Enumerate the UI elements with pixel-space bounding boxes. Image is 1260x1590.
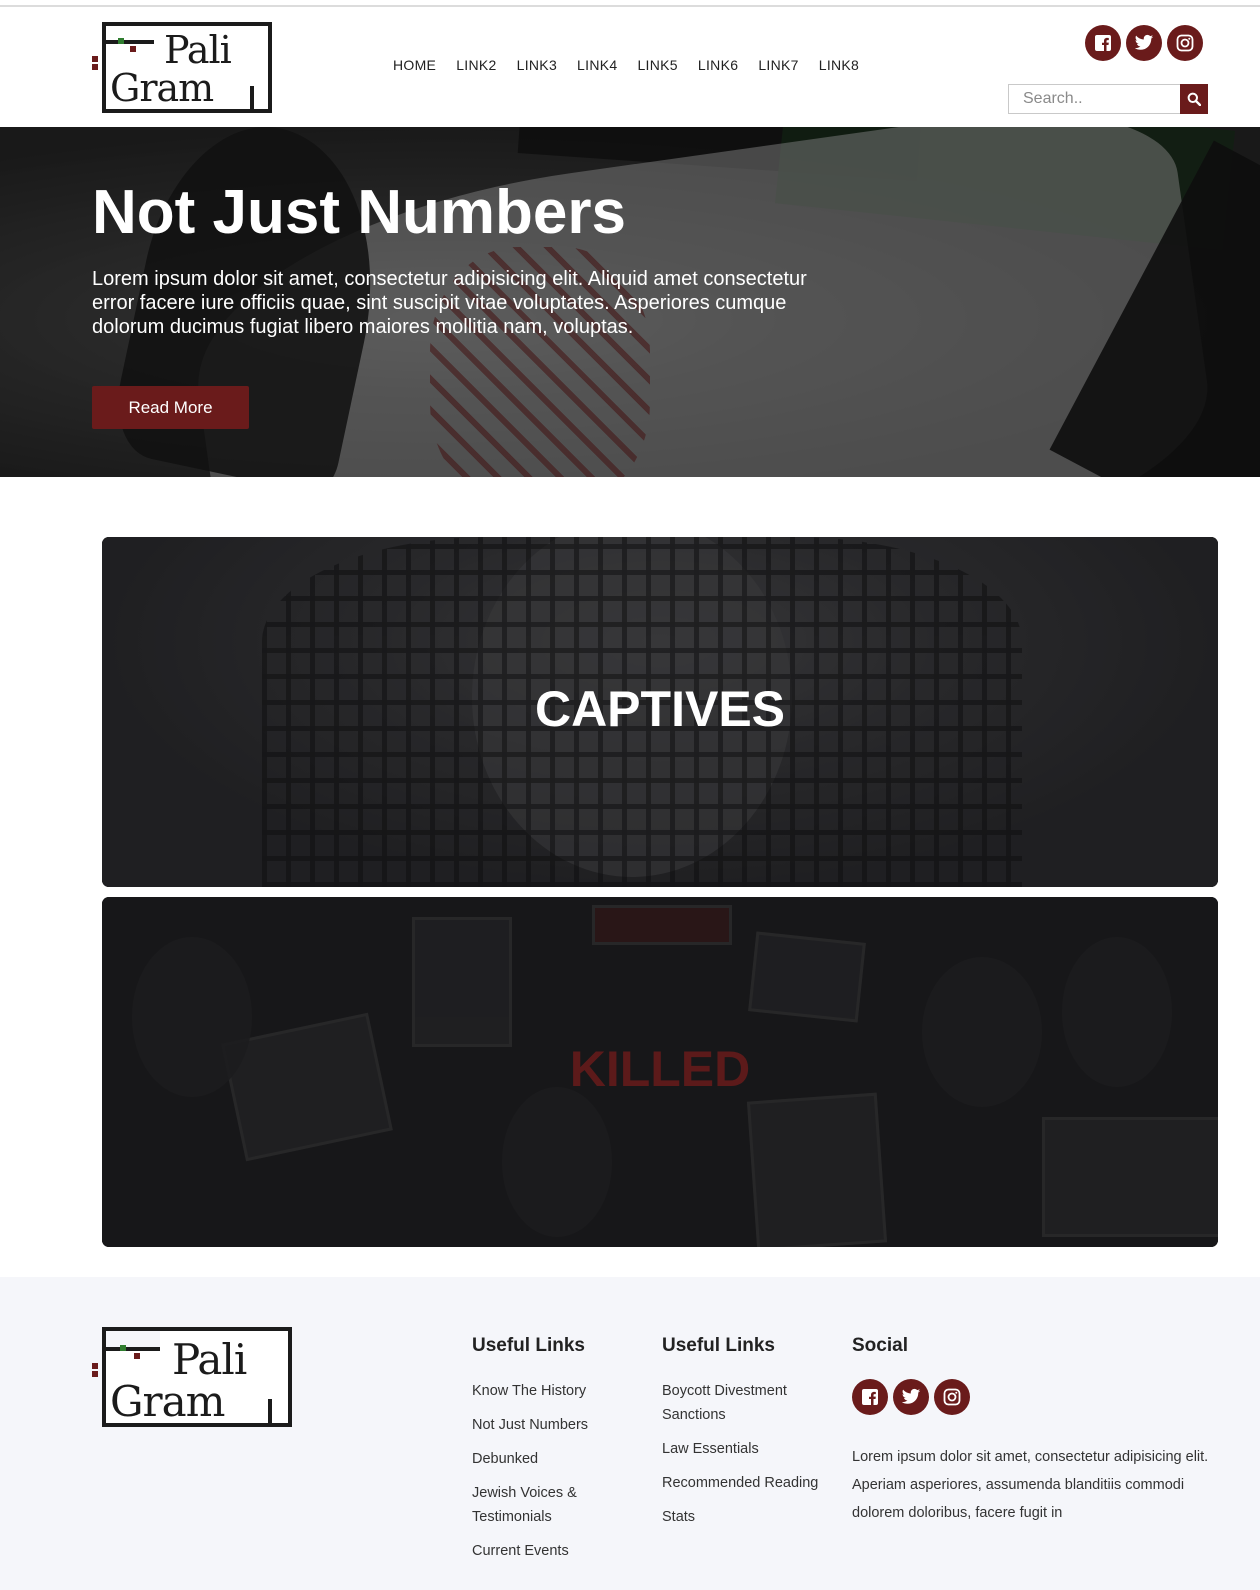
facebook-icon (1095, 35, 1111, 51)
footer-heading: Social (852, 1335, 908, 1356)
nav-link8[interactable]: LINK8 (819, 57, 859, 73)
twitter-button[interactable] (1126, 25, 1162, 61)
hero-title: Not Just Numbers (92, 178, 626, 247)
footer-link[interactable]: Current Events (472, 1539, 637, 1563)
instagram-button[interactable] (934, 1379, 970, 1415)
footer-logo[interactable]: Pali Gram (92, 1327, 292, 1427)
footer-heading: Useful Links (472, 1335, 585, 1356)
logo-mark (120, 1345, 126, 1351)
nav-link3[interactable]: LINK3 (517, 57, 557, 73)
logo-mark (118, 38, 124, 44)
logo-mark (102, 1327, 160, 1351)
search-icon (1187, 92, 1201, 106)
logo-text-line2: Gram (110, 66, 214, 110)
captives-title: CAPTIVES (534, 681, 786, 737)
read-more-button[interactable]: Read More (92, 386, 249, 429)
logo-mark (250, 86, 254, 110)
footer-link[interactable]: Boycott Divestment Sanctions (662, 1379, 822, 1427)
footer-links-column-2: Useful Links Boycott Divestment Sanction… (662, 1335, 822, 1539)
instagram-button[interactable] (1167, 25, 1203, 61)
logo-mark (92, 1363, 98, 1369)
footer-link[interactable]: Law Essentials (662, 1437, 822, 1461)
twitter-button[interactable] (893, 1379, 929, 1415)
footer-link[interactable]: Not Just Numbers (472, 1413, 637, 1437)
footer-links-column-1: Useful Links Know The History Not Just N… (472, 1335, 637, 1573)
killed-title: KILLED (569, 1041, 751, 1097)
footer-link[interactable]: Recommended Reading (662, 1471, 822, 1495)
killed-card[interactable]: KILLED (102, 897, 1218, 1247)
hero-text: Lorem ipsum dolor sit amet, consectetur … (92, 268, 807, 338)
captives-card[interactable]: CAPTIVES (102, 537, 1218, 887)
instagram-icon (943, 1388, 961, 1406)
nav-link4[interactable]: LINK4 (577, 57, 617, 73)
logo-mark (134, 1353, 140, 1359)
search-input[interactable] (1008, 84, 1180, 114)
facebook-icon (862, 1389, 878, 1405)
nav-link5[interactable]: LINK5 (637, 57, 677, 73)
hero-banner: Not Just Numbers Lorem ipsum dolor sit a… (0, 127, 1260, 477)
facebook-button[interactable] (1085, 25, 1121, 61)
nav-home[interactable]: HOME (393, 57, 436, 73)
site-header: Pali Gram HOME LINK2 LINK3 LINK4 LINK5 L… (0, 7, 1260, 127)
search-button[interactable] (1180, 84, 1208, 114)
footer-link[interactable]: Debunked (472, 1447, 637, 1471)
twitter-icon (1134, 34, 1154, 50)
logo-mark (268, 1399, 272, 1425)
instagram-icon (1176, 34, 1194, 52)
facebook-button[interactable] (852, 1379, 888, 1415)
search-box (1008, 84, 1208, 114)
logo-mark (92, 56, 98, 62)
footer-heading: Useful Links (662, 1335, 775, 1356)
footer-link[interactable]: Jewish Voices & Testimonials (472, 1481, 637, 1529)
header-logo[interactable]: Pali Gram (92, 20, 272, 113)
footer-social-column: Social Lorem ipsum dolor sit amet, conse… (852, 1335, 1222, 1527)
site-footer: Pali Gram Useful Links Know The History … (0, 1277, 1260, 1590)
logo-text-line2: Gram (110, 1377, 225, 1426)
header-social (1085, 25, 1203, 61)
top-border (0, 0, 1260, 7)
nav-link6[interactable]: LINK6 (698, 57, 738, 73)
nav-link7[interactable]: LINK7 (758, 57, 798, 73)
logo-mark (102, 22, 154, 44)
main-nav: HOME LINK2 LINK3 LINK4 LINK5 LINK6 LINK7… (393, 57, 859, 73)
footer-social (852, 1379, 1222, 1415)
footer-description: Lorem ipsum dolor sit amet, consectetur … (852, 1449, 1209, 1521)
logo-mark (92, 1371, 98, 1377)
twitter-icon (901, 1388, 921, 1404)
logo-mark (130, 46, 136, 52)
nav-link2[interactable]: LINK2 (456, 57, 496, 73)
footer-link[interactable]: Stats (662, 1505, 822, 1529)
logo-mark (92, 64, 98, 70)
footer-link[interactable]: Know The History (472, 1379, 637, 1403)
